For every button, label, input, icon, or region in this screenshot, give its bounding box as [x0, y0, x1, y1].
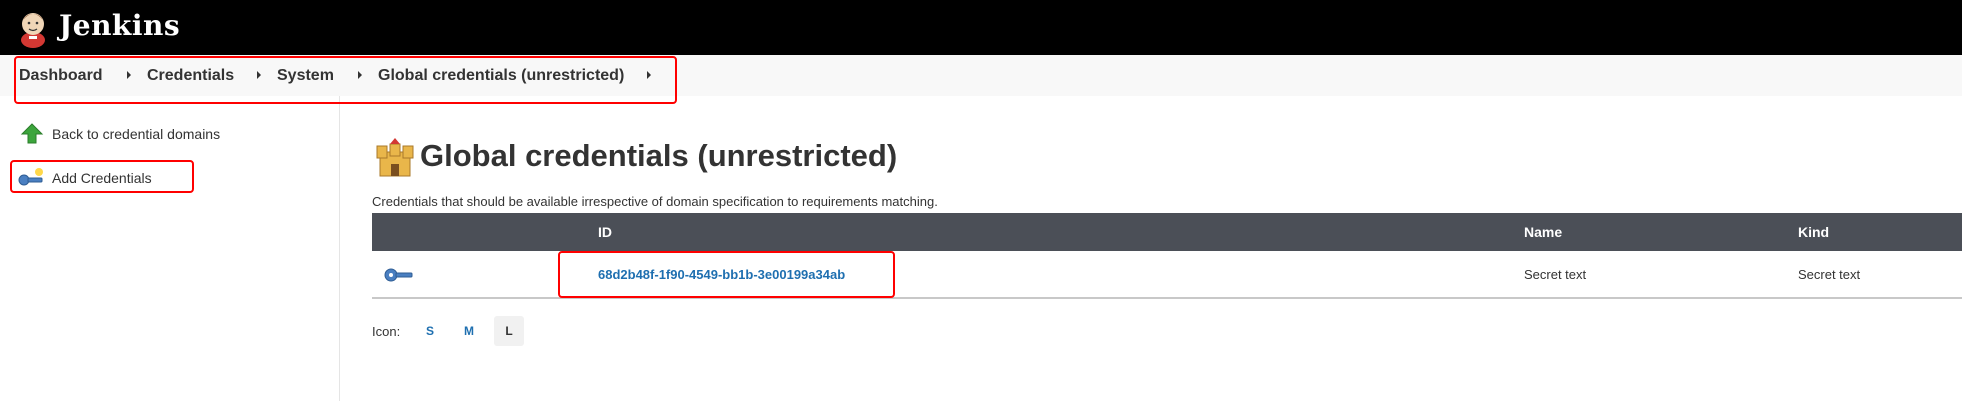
- icon-size-large-button[interactable]: L: [494, 316, 524, 346]
- icon-size-small-button[interactable]: S: [415, 316, 445, 346]
- back-to-credential-domains-link[interactable]: Back to credential domains: [52, 126, 220, 142]
- credential-name: Secret text: [1524, 267, 1587, 282]
- castle-icon: [376, 138, 414, 177]
- page-title: Global credentials (unrestricted): [420, 138, 898, 173]
- breadcrumb-separator-icon[interactable]: [127, 71, 131, 79]
- table-header: ID Name Kind: [372, 213, 1962, 251]
- key-icon: [384, 268, 413, 282]
- credential-kind: Secret text: [1798, 267, 1861, 282]
- column-header-kind[interactable]: Kind: [1798, 224, 1829, 240]
- app-title[interactable]: Jenkins: [59, 9, 180, 42]
- icon-size-label: Icon:: [372, 324, 401, 339]
- column-header-id[interactable]: ID: [598, 224, 612, 240]
- breadcrumb-separator-icon[interactable]: [257, 71, 261, 79]
- breadcrumb-credentials[interactable]: Credentials: [147, 67, 234, 85]
- breadcrumb-system[interactable]: System: [277, 67, 334, 85]
- key-add-icon: [18, 168, 43, 186]
- icon-size-medium-button[interactable]: M: [454, 316, 484, 346]
- breadcrumb-separator-icon[interactable]: [647, 71, 651, 79]
- breadcrumb-global-credentials[interactable]: Global credentials (unrestricted): [378, 67, 624, 85]
- add-credentials-link[interactable]: Add Credentials: [52, 170, 152, 186]
- table-row: 68d2b48f-1f90-4549-bb1b-3e00199a34ab Sec…: [372, 251, 1962, 299]
- jenkins-butler-icon[interactable]: [18, 8, 48, 48]
- sidebar-item-back[interactable]: [20, 122, 44, 146]
- green-up-arrow-icon: [20, 123, 44, 144]
- credential-id-link[interactable]: 68d2b48f-1f90-4549-bb1b-3e00199a34ab: [598, 267, 845, 282]
- breadcrumb-separator-icon[interactable]: [358, 71, 362, 79]
- breadcrumb-dashboard[interactable]: Dashboard: [19, 67, 103, 85]
- sidebar-item-add-credentials[interactable]: [18, 167, 46, 189]
- column-header-name[interactable]: Name: [1524, 224, 1562, 240]
- page-description: Credentials that should be available irr…: [372, 194, 938, 209]
- top-header: Jenkins: [0, 0, 1962, 55]
